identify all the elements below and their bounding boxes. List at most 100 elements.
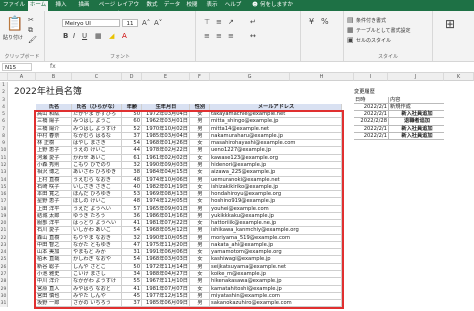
table-cell[interactable]: 52 — [122, 125, 142, 133]
tab-formulas[interactable]: 数式 — [143, 1, 161, 11]
table-cell[interactable]: 女 — [190, 169, 210, 177]
table-cell[interactable]: 小池 雅史 — [36, 271, 72, 279]
table-cell[interactable]: 53 — [122, 191, 142, 199]
column-header-f[interactable]: F — [190, 73, 210, 81]
table-cell[interactable]: 32 — [122, 161, 142, 170]
table-cell[interactable]: 三橋 陽介 — [36, 125, 72, 133]
table-cell[interactable]: 上村 直樹 — [36, 176, 72, 184]
history-header-cell[interactable]: 日時 — [354, 97, 388, 104]
table-cell[interactable]: 1978年02月22日 — [142, 147, 190, 155]
table-cell[interactable]: 女 — [190, 183, 210, 192]
table-cell[interactable]: 石川 愛子 — [36, 227, 72, 235]
table-cell[interactable]: 44 — [122, 147, 142, 155]
table-cell[interactable]: 女 — [190, 285, 210, 293]
table-cell[interactable]: 男 — [190, 147, 210, 155]
row-header[interactable]: 15 — [0, 183, 8, 192]
table-cell[interactable]: 34 — [122, 271, 142, 279]
tab-home[interactable]: ホーム — [28, 1, 48, 11]
table-cell[interactable]: 1972年03月04日 — [142, 111, 190, 119]
table-cell[interactable]: 1967年11月10日 — [142, 278, 190, 286]
sheet-title[interactable]: 2022年社員名簿 — [14, 84, 82, 97]
row-header[interactable]: 27 — [0, 271, 8, 279]
row-header[interactable]: 3 — [0, 96, 8, 104]
row-header[interactable]: 16 — [0, 191, 8, 199]
tab-insert[interactable]: 挿入 — [51, 1, 71, 11]
table-cell[interactable]: 男 — [190, 278, 210, 286]
table-cell[interactable]: ゆうき たろう — [72, 212, 122, 221]
table-cell[interactable]: 高山 和紘 — [36, 111, 72, 119]
row-header[interactable]: 28 — [0, 278, 8, 286]
tell-me-search[interactable]: 何をしますか — [260, 1, 312, 11]
table-cell[interactable]: youhei@example.com — [210, 205, 342, 213]
table-cell[interactable]: 1975年11月20日 — [142, 241, 190, 250]
table-cell[interactable]: 女 — [190, 271, 210, 279]
borders-icon[interactable]: ▦ — [95, 31, 102, 41]
table-cell[interactable]: 61 — [122, 154, 142, 162]
table-cell[interactable]: みやた しんや — [72, 292, 122, 301]
table-cell[interactable]: なかがわ ようすけ — [72, 278, 122, 286]
table-cell[interactable]: うえむら なおき — [72, 176, 122, 184]
table-cell[interactable]: なかむら はるな — [72, 132, 122, 141]
table-cell[interactable]: 女 — [190, 220, 210, 228]
table-cell[interactable]: 男 — [190, 161, 210, 170]
table-cell[interactable]: やまもと みか — [72, 249, 122, 257]
tab-data[interactable]: データ — [163, 1, 181, 11]
fill-color-icon[interactable]: ◢ — [109, 31, 114, 41]
table-cell[interactable]: もりやま なおき — [72, 234, 122, 242]
tab-help[interactable]: ヘルプ — [223, 1, 243, 11]
align-middle-icon[interactable]: ≡ — [216, 17, 222, 27]
table-cell[interactable]: hikenakasawa@example.jp — [210, 278, 342, 286]
table-cell[interactable]: さかの いちろう — [72, 300, 122, 308]
table-format-icon[interactable]: ▦ — [347, 25, 354, 35]
history-date-cell[interactable]: 2022/2/28 — [354, 118, 388, 126]
table-cell[interactable]: 相沢 博之 — [36, 169, 72, 177]
table-cell[interactable]: 結城 太郎 — [36, 212, 72, 221]
copy-icon[interactable]: ⧉ — [28, 25, 33, 35]
column-header-d[interactable]: D — [122, 73, 142, 81]
table-cell[interactable]: みつはし ようすけ — [72, 125, 122, 133]
table-cell[interactable]: 男 — [190, 125, 210, 133]
format-painter-icon[interactable]: 🖌 — [28, 35, 37, 45]
table-cell[interactable]: うえの けいこ — [72, 147, 122, 155]
table-cell[interactable]: 1984年04月15日 — [142, 169, 190, 177]
align-right-icon[interactable]: ≡ — [228, 31, 234, 41]
row-header[interactable]: 14 — [0, 176, 8, 184]
history-date-cell[interactable]: 2022/2/1 — [354, 104, 388, 112]
table-cell[interactable]: なかた ともゆき — [72, 241, 122, 250]
table-cell[interactable]: はやし まさき — [72, 140, 122, 148]
table-cell[interactable]: 上田 洋平 — [36, 205, 72, 213]
row-header[interactable]: 23 — [0, 241, 8, 250]
table-cell[interactable]: 男 — [190, 227, 210, 235]
table-cell[interactable]: 林 正樹 — [36, 140, 72, 148]
table-cell[interactable]: 47 — [122, 241, 142, 250]
table-cell[interactable]: 女 — [190, 249, 210, 257]
table-cell[interactable]: kamatahitoshi@example.jp — [210, 285, 342, 293]
table-cell[interactable]: aizawa_225@example.jp — [210, 169, 342, 177]
table-cell[interactable]: 男 — [190, 241, 210, 250]
table-cell[interactable]: 1969年08月13日 — [142, 191, 190, 199]
conditional-format-icon[interactable]: ▤ — [347, 15, 354, 25]
table-cell[interactable]: 1968年01月26日 — [142, 140, 190, 148]
table-cell[interactable]: 河瀬 愛子 — [36, 154, 72, 162]
table-cell[interactable]: こもり ひでのり — [72, 161, 122, 170]
tab-review[interactable]: 校閲 — [183, 1, 201, 11]
font-size-select[interactable]: 11 — [122, 19, 138, 27]
table-cell[interactable]: 服部 洋平 — [36, 220, 72, 228]
table-cell[interactable]: 女 — [190, 140, 210, 148]
column-header-b[interactable]: B — [36, 73, 72, 81]
table-cell[interactable]: 女 — [190, 111, 210, 119]
column-header-a[interactable]: A — [8, 73, 36, 81]
table-cell[interactable]: ishikawa_kanmchiy@example.org — [210, 227, 342, 235]
row-header[interactable]: 17 — [0, 198, 8, 206]
history-content-cell[interactable]: 新規作成 — [388, 103, 444, 112]
table-cell[interactable]: 宮原 直人 — [36, 285, 72, 293]
row-header[interactable]: 26 — [0, 263, 8, 272]
table-cell[interactable]: moriyama_519@example.com — [210, 234, 342, 242]
table-cell[interactable]: 山本 美加 — [36, 249, 72, 257]
table-cell[interactable]: 女 — [190, 256, 210, 264]
table-cell[interactable]: 50 — [122, 111, 142, 119]
row-header[interactable]: 1 — [0, 82, 8, 90]
table-cell[interactable]: mitta14@example.net — [210, 125, 342, 133]
table-cell[interactable]: しんや さとこ — [72, 263, 122, 272]
percent-icon[interactable]: % — [321, 17, 329, 27]
